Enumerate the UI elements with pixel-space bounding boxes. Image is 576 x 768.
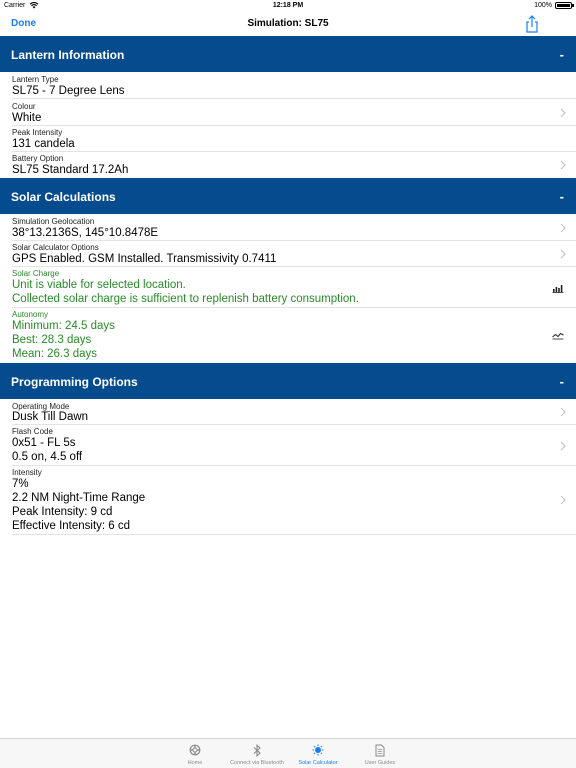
row-value: 38°13.2136S, 145°10.8478E	[12, 227, 159, 239]
row-value: SL75 - 7 Degree Lens	[12, 85, 125, 97]
chevron-right-icon	[560, 223, 566, 233]
row-simulation-geolocation[interactable]: Simulation Geolocation 38°13.2136S, 145°…	[0, 214, 576, 241]
row-label: Peak Intensity	[12, 128, 63, 137]
autonomy-line: Minimum: 24.5 days	[12, 320, 115, 332]
solar-charge-line: Collected solar charge is sufficient to …	[12, 293, 359, 305]
status-time: 12:18 PM	[272, 2, 304, 9]
chevron-right-icon	[560, 441, 566, 451]
row-battery-option[interactable]: Battery Option SL75 Standard 17.2Ah	[0, 152, 576, 178]
collapse-button[interactable]: -	[560, 189, 564, 204]
row-value: Dusk Till Dawn	[12, 411, 89, 423]
chevron-right-icon	[560, 108, 566, 118]
row-flash-code[interactable]: Flash Code 0x51 - FL 5s 0.5 on, 4.5 off	[0, 425, 576, 466]
section-title: Solar Calculations	[11, 190, 116, 204]
intensity-line: Peak Intensity: 9 cd	[12, 506, 113, 518]
flash-code-line: 0.5 on, 4.5 off	[12, 451, 83, 463]
row-label: Intensity	[12, 468, 42, 477]
section-title: Lantern Information	[11, 48, 125, 62]
collapse-button[interactable]: -	[560, 374, 564, 389]
chevron-right-icon	[560, 249, 566, 259]
battery-icon	[555, 2, 574, 9]
autonomy-line: Best: 28.3 days	[12, 334, 92, 346]
app-screen: Carrier 12:18 PM 100% Done Simulation: S…	[0, 0, 576, 768]
section-header-lantern-information[interactable]: Lantern Information -	[0, 36, 576, 72]
autonomy-line: Mean: 26.3 days	[12, 348, 98, 360]
collapse-button[interactable]: -	[560, 47, 564, 62]
section-header-programming-options[interactable]: Programming Options -	[0, 363, 576, 399]
tab-label: User Guides	[364, 760, 396, 766]
page-title: Simulation: SL75	[247, 18, 329, 29]
row-autonomy[interactable]: Autonomy Minimum: 24.5 days Best: 28.3 d…	[0, 308, 576, 363]
intensity-line: 7%	[12, 478, 29, 490]
tab-bar: Home Connect via Bluetooth Solar Calcula…	[0, 738, 576, 768]
row-label: Colour	[12, 102, 36, 111]
intensity-line: 2.2 NM Night-Time Range	[12, 492, 146, 504]
flash-code-line: 0x51 - FL 5s	[12, 437, 76, 449]
tab-user-guides[interactable]: User Guides	[340, 739, 420, 768]
row-solar-charge[interactable]: Solar Charge Unit is viable for selected…	[0, 267, 576, 308]
navigation-bar: Done Simulation: SL75	[0, 12, 576, 36]
solar-charge-line: Unit is viable for selected location.	[12, 279, 186, 291]
row-colour[interactable]: Colour White	[0, 99, 576, 126]
row-operating-mode[interactable]: Operating Mode Dusk Till Dawn	[0, 399, 576, 425]
share-icon[interactable]	[524, 15, 540, 33]
row-intensity[interactable]: Intensity 7% 2.2 NM Night-Time Range Pea…	[0, 466, 576, 535]
row-value: GPS Enabled. GSM Installed. Transmissivi…	[12, 253, 277, 265]
intensity-line: Effective Intensity: 6 cd	[12, 520, 131, 532]
row-label: Flash Code	[12, 427, 53, 436]
row-solar-calculator-options[interactable]: Solar Calculator Options GPS Enabled. GS…	[0, 241, 576, 267]
document-icon	[375, 744, 385, 757]
section-title: Programming Options	[11, 375, 138, 389]
chevron-right-icon	[560, 160, 566, 170]
battery-percentage: 100%	[534, 2, 552, 9]
chevron-right-icon	[560, 495, 566, 505]
bar-chart-icon[interactable]	[552, 283, 564, 293]
chevron-right-icon	[560, 407, 566, 417]
row-label: Autonomy	[12, 310, 49, 319]
row-label: Solar Charge	[12, 269, 60, 278]
line-chart-icon[interactable]	[552, 330, 564, 340]
lifebuoy-icon	[189, 744, 201, 756]
row-label: Lantern Type	[12, 75, 59, 84]
row-label: Simulation Geolocation	[12, 217, 95, 226]
sun-icon	[312, 744, 324, 756]
bluetooth-icon	[253, 744, 261, 757]
row-lantern-type: Lantern Type SL75 - 7 Degree Lens	[0, 72, 576, 99]
row-label: Battery Option	[12, 154, 64, 163]
row-value: 131 candela	[12, 138, 75, 150]
row-value: White	[12, 112, 42, 124]
row-peak-intensity: Peak Intensity 131 candela	[0, 126, 576, 152]
row-value: SL75 Standard 17.2Ah	[12, 164, 129, 176]
section-header-solar-calculations[interactable]: Solar Calculations -	[0, 178, 576, 214]
status-bar: Carrier 12:18 PM 100%	[0, 0, 576, 12]
row-label: Solar Calculator Options	[12, 243, 99, 252]
